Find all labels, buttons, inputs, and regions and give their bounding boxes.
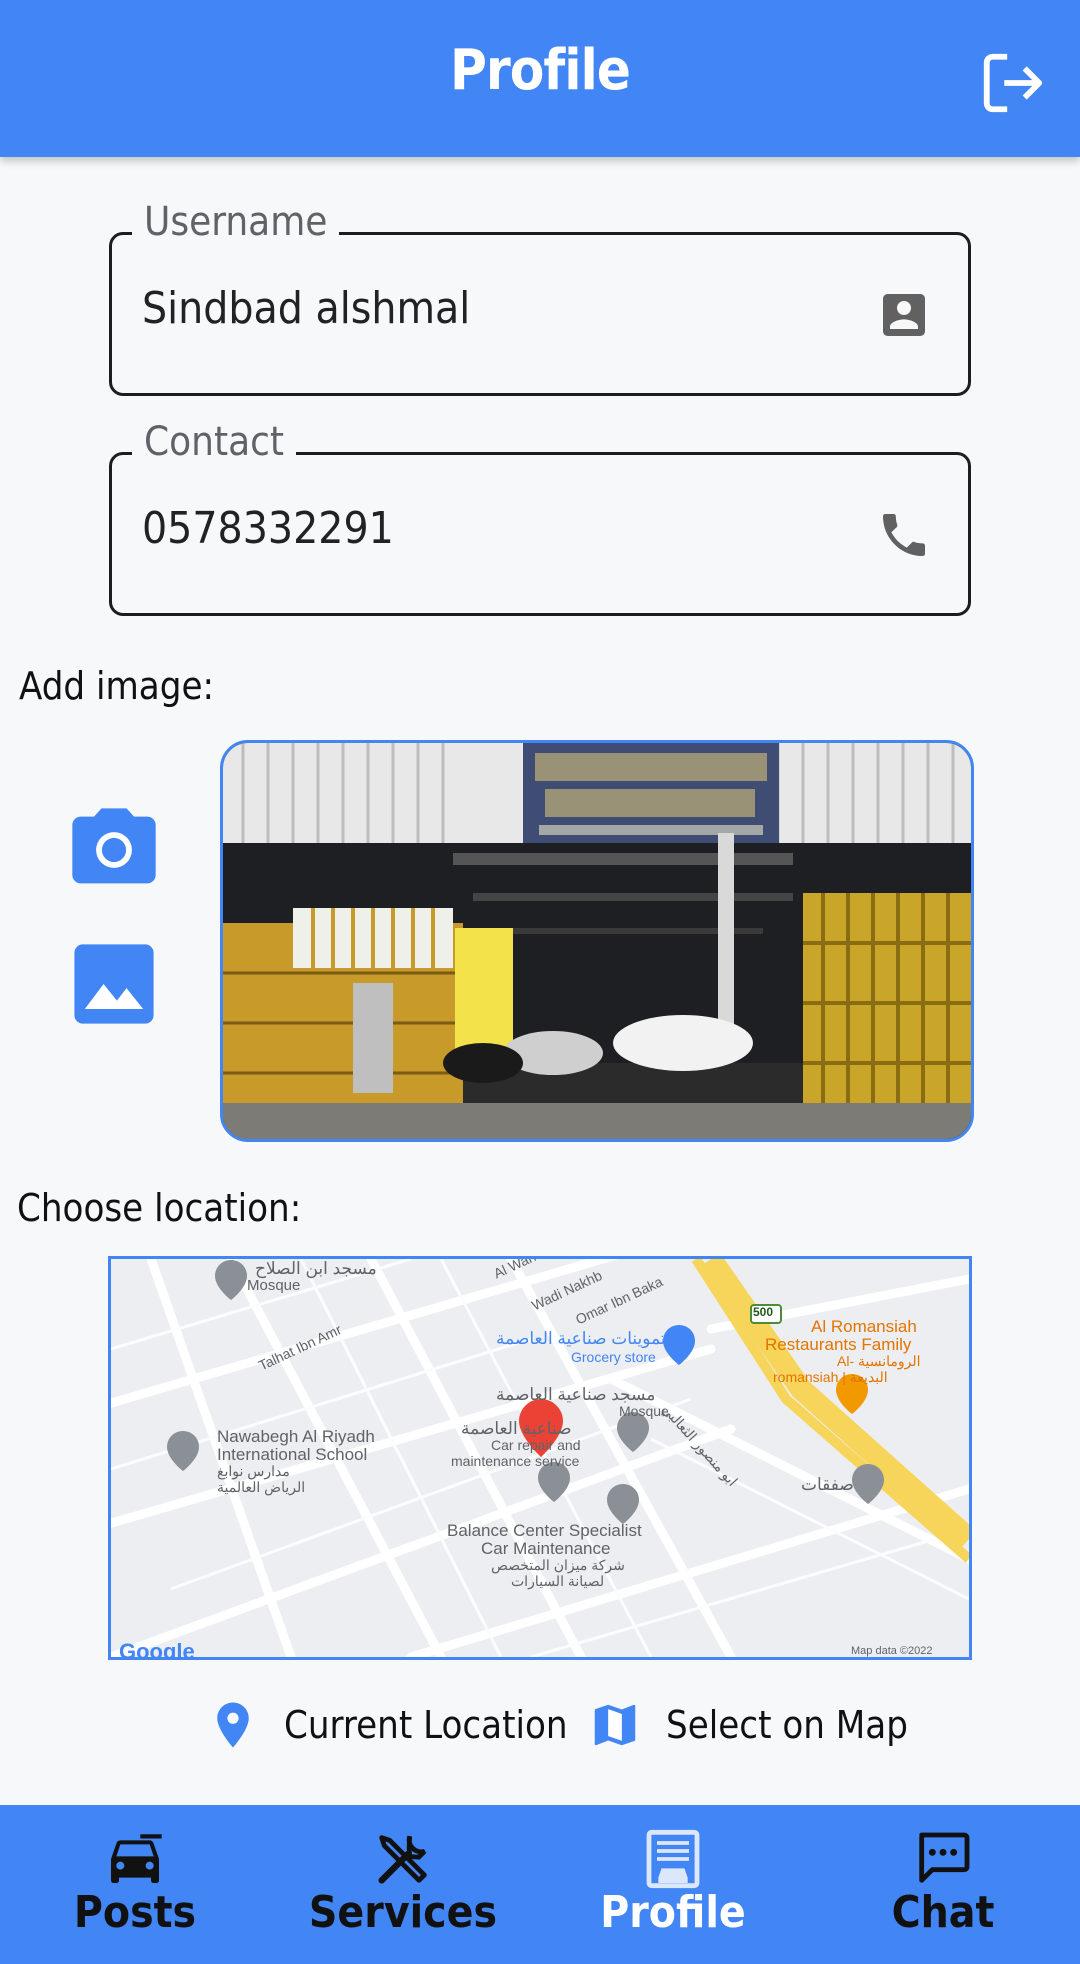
tab-posts[interactable]: Posts [0,1805,270,1964]
map-data-credit: Map data ©2022 [851,1645,933,1657]
image-gallery-icon[interactable] [64,934,164,1034]
username-field[interactable]: Username Sindbad alshmal [109,199,971,396]
logout-icon[interactable] [978,48,1048,118]
tab-profile-label: Profile [600,1887,746,1938]
map-label: Nawabegh Al Riyadh [217,1427,375,1446]
add-image-label: Add image: [19,664,215,708]
tab-chat[interactable]: Chat [808,1805,1078,1964]
map-label: صفقات [801,1475,854,1494]
map-label: الرياض العالمية [217,1479,306,1495]
map-label: صناعية العاصمة [461,1419,572,1438]
map-label: لصيانة السيارات [511,1573,605,1589]
current-location-label: Current Location [284,1703,568,1747]
current-location-button[interactable]: Current Location [206,1695,568,1755]
tools-icon [378,1835,427,1884]
username-label: Username [132,199,340,245]
car-icon [111,1834,162,1883]
map-label: مدارس نوابغ [217,1463,290,1479]
tab-services-label: Services [308,1887,498,1938]
map-label: Al Romansiah [811,1317,917,1336]
contact-value[interactable]: 0578332291 [142,503,394,554]
chat-icon [919,1832,970,1883]
google-logo: Google [119,1639,195,1660]
map-label: Car Maintenance [481,1539,611,1558]
shop-photo [220,740,974,1142]
map-label: شركة ميزان المتخصص [491,1557,625,1573]
map-label: romansiah | البديعة [773,1369,888,1385]
page-title: Profile [450,38,631,103]
location-pin-icon [217,1702,249,1748]
road-500-label: 500 [753,1305,774,1319]
map-label: مسجد صناعية العاصمة [496,1385,656,1404]
select-on-map-label: Select on Map [666,1703,908,1747]
map-icon [594,1704,636,1746]
contact-label: Contact [132,419,296,465]
map-label: maintenance service [451,1453,580,1469]
map-label: مسجد ابن الصلاح [255,1259,377,1278]
choose-location-label: Choose location: [17,1186,302,1230]
shop-photo-image [223,743,971,1139]
tab-services[interactable]: Services [268,1805,538,1964]
bottom-navigation: Posts Services Profile Chat [0,1805,1080,1964]
username-value[interactable]: Sindbad alshmal [142,283,470,334]
map-label: Mosque [247,1277,301,1294]
tab-posts-label: Posts [73,1887,197,1938]
tab-profile[interactable]: Profile [538,1805,808,1964]
map-label: Grocery store [571,1349,656,1365]
map-label: International School [217,1445,368,1464]
map-label: Balance Center Specialist [447,1521,642,1540]
contact-field[interactable]: Contact 0578332291 [109,419,971,616]
map-label: Restaurants Family [765,1335,912,1354]
camera-icon[interactable] [64,800,164,900]
account-box-icon [883,294,925,336]
map-label: Al- الرومانسية [837,1353,921,1369]
app-bar: Profile [0,0,1080,157]
map-label: Car repair and [491,1437,581,1453]
tab-chat-label: Chat [891,1887,995,1938]
select-on-map-button[interactable]: Select on Map [588,1695,908,1755]
phone-icon [883,514,925,556]
map-view[interactable]: مسجد ابن الصلاح Mosque Al Wahab Wadi Nak… [108,1256,972,1660]
map-label: تموينات صناعية العاصمة [496,1329,666,1348]
garage-icon [646,1829,700,1889]
